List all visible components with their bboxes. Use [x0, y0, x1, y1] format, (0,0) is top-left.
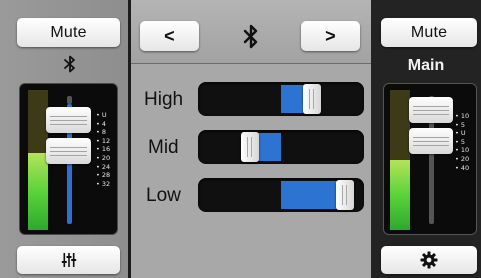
left-scale-tick: • 32: [96, 179, 111, 188]
main-scale-tick: • 20: [455, 154, 470, 163]
eq-sliders-icon: [61, 252, 77, 268]
header-divider: [131, 63, 371, 64]
eq-low-slider[interactable]: [198, 178, 364, 212]
main-fader-handle[interactable]: [409, 128, 453, 154]
left-scale-tick: • 12: [96, 136, 111, 145]
main-channel-name: Main: [407, 57, 445, 74]
eq-high-handle[interactable]: [302, 84, 321, 114]
main-scale-tick: • 5: [455, 137, 466, 146]
main-scale-tick: • 10: [455, 146, 470, 155]
left-fader-handle[interactable]: [46, 138, 91, 164]
next-source-button[interactable]: >: [301, 21, 360, 51]
left-mute-label: Mute: [50, 23, 87, 41]
left-scale-tick: • 20: [96, 153, 111, 162]
eq-low-handle[interactable]: [336, 180, 355, 210]
left-fader-track-top: [67, 96, 72, 104]
left-meter-level: [28, 153, 48, 230]
gear-icon: [420, 251, 438, 269]
main-channel-meter: • 10 • 5 • U • 5 • 10 • 20 • 40: [383, 83, 477, 235]
left-mute-button[interactable]: Mute: [17, 18, 120, 47]
main-meter-level: [390, 160, 410, 230]
left-scale-tick: • 28: [96, 171, 111, 180]
prev-arrow-label: <: [164, 25, 175, 46]
center-bluetooth-icon: [241, 22, 261, 52]
main-mute-label: Mute: [410, 23, 448, 41]
main-scale-tick: • U: [455, 129, 466, 138]
main-mute-button[interactable]: Mute: [381, 18, 477, 47]
left-meter-well: [28, 90, 48, 230]
main-fader-scale: • 10 • 5 • U • 5 • 10 • 20 • 40: [455, 112, 477, 172]
left-meter-headroom: [28, 90, 48, 153]
left-scale-tick: • U: [96, 111, 107, 119]
eq-low-label: Low: [146, 185, 181, 206]
left-scale-tick: • 4: [96, 119, 107, 128]
eq-mid-slider[interactable]: [198, 130, 364, 164]
settings-button[interactable]: [381, 246, 477, 274]
left-scale-tick: • 24: [96, 162, 111, 171]
eq-high-label: High: [144, 89, 184, 110]
prev-source-button[interactable]: <: [140, 21, 199, 51]
left-fader-scale: • U • 4 • 8 • 12 • 16 • 20 • 24 • 28 • 32: [96, 111, 118, 188]
bluetooth-icon: [62, 54, 78, 74]
left-eq-button[interactable]: [17, 246, 120, 274]
left-channel-meter: • U • 4 • 8 • 12 • 16 • 20 • 24 • 28 • 32: [19, 83, 118, 235]
main-scale-tick: • 40: [455, 163, 470, 172]
main-scale-tick: • 10: [455, 112, 470, 120]
eq-mid-handle[interactable]: [241, 132, 260, 162]
eq-high-slider[interactable]: [198, 82, 364, 116]
eq-mid-label: Mid: [148, 137, 179, 158]
left-scale-tick: • 16: [96, 145, 111, 154]
main-meter-headroom: [390, 90, 410, 160]
next-arrow-label: >: [325, 25, 336, 46]
main-scale-tick: • 5: [455, 120, 466, 129]
main-fader-handle-upper[interactable]: [409, 97, 453, 123]
left-scale-tick: • 8: [96, 128, 107, 137]
main-meter-well: [390, 90, 410, 230]
left-fader-handle-upper[interactable]: [46, 107, 91, 133]
